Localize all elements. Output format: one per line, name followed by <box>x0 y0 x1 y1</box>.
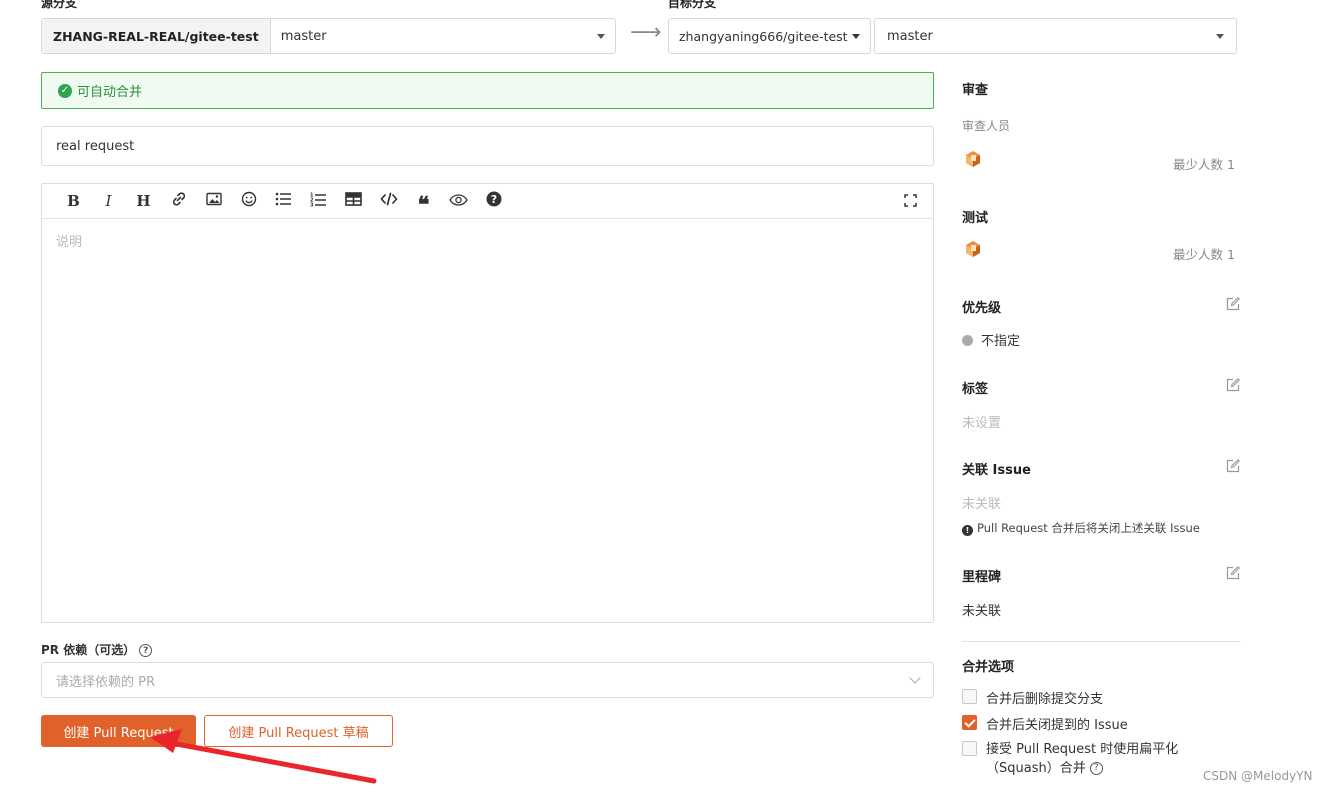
description-editor[interactable]: B I H 123 ❝ ? 说明 <box>41 183 934 623</box>
question-circle-icon[interactable]: ? <box>139 644 153 657</box>
option-close-issue[interactable]: 合并后关闭提到的 Issue <box>962 714 1128 733</box>
labels-heading: 标签 <box>962 382 989 397</box>
delete-branch-checkbox[interactable] <box>962 689 977 704</box>
unordered-list-icon[interactable] <box>266 192 301 210</box>
ordered-list-icon[interactable]: 123 <box>301 192 336 211</box>
pr-dependency-label-text: PR 依赖（可选） <box>41 643 136 657</box>
annotation-arrow <box>150 729 377 784</box>
fullscreen-icon[interactable] <box>904 194 917 211</box>
arrow-right-icon: ⟶ <box>630 20 662 45</box>
edit-icon[interactable] <box>1226 297 1240 315</box>
option-squash-label-2: （Squash）合并 <box>986 761 1086 776</box>
milestone-heading: 里程碑 <box>962 570 1002 585</box>
source-repo-name: ZHANG-REAL-REAL/gitee-test <box>42 19 271 53</box>
annotation-arrow-head <box>150 729 182 753</box>
watermark: CSDN @MelodyYN <box>1203 769 1313 783</box>
close-issue-checkbox[interactable] <box>962 715 977 730</box>
option-delete-branch[interactable]: 合并后删除提交分支 <box>962 688 1103 707</box>
linked-issue-note-text: Pull Request 合并后将关闭上述关联 Issue <box>977 521 1200 535</box>
milestone-value: 未关联 <box>962 604 1002 619</box>
reviewers-min-count: 最少人数 1 <box>1173 157 1235 172</box>
italic-icon[interactable]: I <box>91 192 126 210</box>
question-circle-icon[interactable]: ? <box>1089 762 1103 775</box>
pr-dependency-select[interactable]: 请选择依赖的 PR <box>41 662 934 698</box>
caret-down-icon <box>852 33 860 39</box>
edit-icon[interactable] <box>1226 459 1240 477</box>
source-branch-label: 源分支 <box>41 0 78 10</box>
merge-status-banner: ✓ 可自动合并 <box>41 72 934 109</box>
priority-value-text: 不指定 <box>981 334 1021 349</box>
emoji-icon[interactable] <box>231 191 266 211</box>
heading-icon[interactable]: H <box>126 192 161 210</box>
linked-issue-note: ! Pull Request 合并后将关闭上述关联 Issue <box>962 520 1200 536</box>
annotation-arrow-shaft <box>163 739 377 784</box>
merge-status-text: 可自动合并 <box>77 85 143 100</box>
sidebar-divider <box>962 641 1241 642</box>
linked-issue-value: 未关联 <box>962 497 1002 512</box>
review-heading: 审查 <box>962 83 989 98</box>
check-circle-icon: ✓ <box>58 83 72 98</box>
caret-down-icon <box>1216 33 1224 39</box>
pr-title-input[interactable]: real request <box>41 126 934 166</box>
target-repo-name: zhangyaning666/gitee-test <box>679 28 848 44</box>
preview-eye-icon[interactable] <box>441 192 476 210</box>
linked-issue-heading: 关联 Issue <box>962 463 1031 478</box>
target-repo-dropdown[interactable]: zhangyaning666/gitee-test <box>668 18 871 54</box>
description-textarea[interactable]: 说明 <box>42 219 933 262</box>
reviewer-avatar[interactable] <box>962 148 984 174</box>
pr-dependency-label: PR 依赖（可选）? <box>41 641 153 658</box>
target-branch-dropdown[interactable]: master <box>874 18 1237 54</box>
option-delete-branch-label: 合并后删除提交分支 <box>986 692 1104 707</box>
priority-heading: 优先级 <box>962 301 1002 316</box>
target-branch-value: master <box>887 28 933 44</box>
testers-min-count: 最少人数 1 <box>1173 247 1235 262</box>
priority-dot-icon <box>962 335 973 346</box>
option-squash-text: 接受 Pull Request 时使用扁平化 （Squash）合并? <box>986 740 1178 778</box>
svg-text:3: 3 <box>310 202 314 207</box>
chevron-down-icon <box>909 672 921 684</box>
target-branch-label: 目标分支 <box>668 0 717 10</box>
test-heading: 测试 <box>962 211 989 226</box>
edit-icon[interactable] <box>1226 566 1240 584</box>
caret-down-icon <box>597 33 605 39</box>
editor-toolbar: B I H 123 ❝ ? <box>42 184 933 219</box>
quote-icon[interactable]: ❝ <box>406 186 441 216</box>
squash-checkbox[interactable] <box>962 741 977 756</box>
pr-dependency-placeholder: 请选择依赖的 PR <box>56 674 156 690</box>
source-branch-value: master <box>280 28 327 44</box>
option-squash[interactable]: 接受 Pull Request 时使用扁平化 （Squash）合并? <box>962 740 1178 778</box>
tester-avatar[interactable] <box>962 238 984 264</box>
svg-text:?: ? <box>490 193 496 206</box>
link-icon[interactable] <box>161 191 196 211</box>
source-branch-dropdown[interactable]: master <box>271 19 615 53</box>
code-icon[interactable] <box>371 192 406 210</box>
option-squash-label: 接受 Pull Request 时使用扁平化 <box>986 742 1179 757</box>
help-icon[interactable]: ? <box>476 191 511 211</box>
edit-icon[interactable] <box>1226 378 1240 396</box>
option-close-issue-label: 合并后关闭提到的 Issue <box>986 718 1128 733</box>
priority-value: 不指定 <box>962 330 1020 349</box>
info-icon: ! <box>962 525 973 536</box>
source-branch-selector[interactable]: ZHANG-REAL-REAL/gitee-test master <box>41 18 616 54</box>
labels-value: 未设置 <box>962 416 1002 431</box>
table-icon[interactable] <box>336 192 371 210</box>
image-icon[interactable] <box>196 192 231 210</box>
reviewers-label: 审查人员 <box>962 119 1011 133</box>
bold-icon[interactable]: B <box>56 192 91 210</box>
merge-options-heading: 合并选项 <box>962 660 1015 675</box>
pr-title-value: real request <box>56 138 135 154</box>
